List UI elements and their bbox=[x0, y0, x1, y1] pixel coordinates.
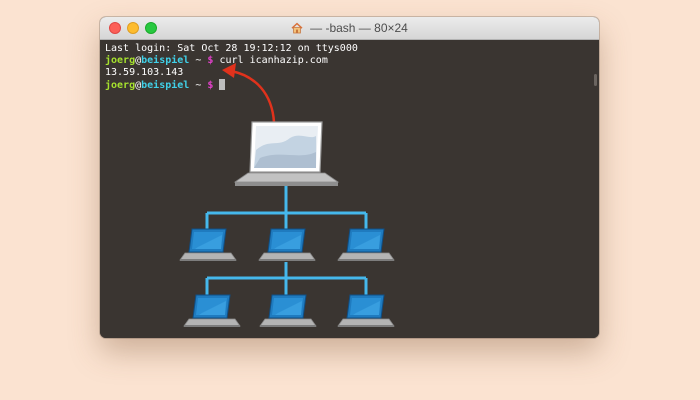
laptop-icon bbox=[179, 228, 237, 262]
laptop-icon bbox=[183, 294, 241, 328]
central-laptop-icon bbox=[233, 121, 340, 186]
laptop-icon bbox=[258, 228, 316, 262]
laptop-icon bbox=[337, 228, 395, 262]
laptop-icon bbox=[259, 294, 317, 328]
network-illustration bbox=[179, 63, 395, 328]
arrow-icon bbox=[222, 63, 276, 124]
laptop-icon bbox=[337, 294, 395, 328]
